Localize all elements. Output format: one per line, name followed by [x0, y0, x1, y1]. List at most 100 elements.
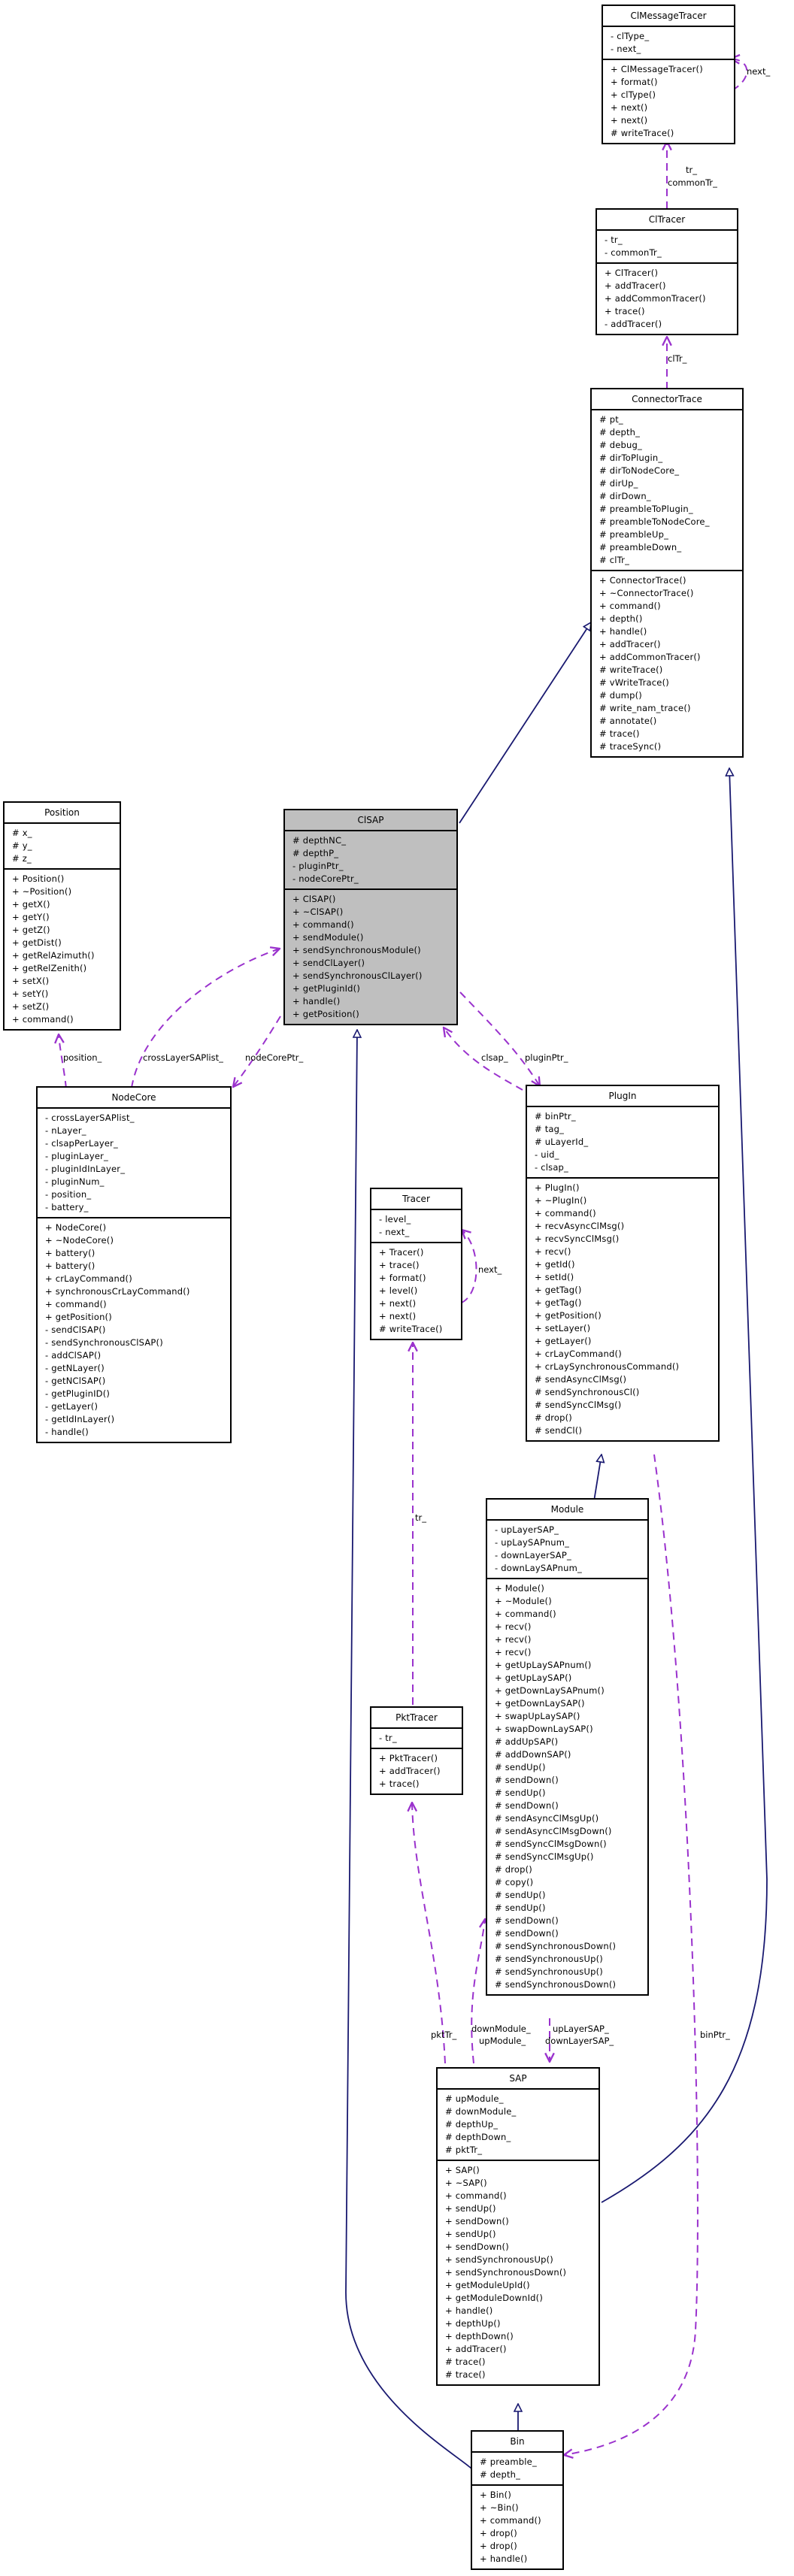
class-name: Module [487, 1500, 647, 1521]
class-method: + setZ() [12, 1001, 50, 1012]
methods: + Module() + ~Module() + command() + recv()… [487, 1579, 647, 1994]
class-connectortrace[interactable]: ConnectorTrace # pt_ # depth_ # debug_ # di… [590, 388, 744, 758]
class-method: - addTracer() [605, 319, 662, 329]
class-method: # writeTrace() [599, 664, 663, 675]
class-method: + getTag() [535, 1285, 582, 1295]
class-method: + ~ClSAP() [292, 907, 344, 917]
class-method: # copy() [495, 1877, 534, 1887]
class-method: + ~ConnectorTrace() [599, 588, 694, 598]
class-method: # drop() [495, 1864, 532, 1875]
class-method: + command() [495, 1609, 556, 1619]
class-method: + handle() [445, 2305, 493, 2316]
class-method: + setY() [12, 988, 49, 999]
edge-clsap-to-nodecore [233, 1016, 281, 1087]
methods: + ClMessageTracer() + format() + clType() +… [603, 60, 734, 143]
class-plugin[interactable]: PlugIn # binPtr_ # tag_ # uLayerId_ - uid_ -… [526, 1085, 720, 1442]
class-attribute: # preambleDown_ [599, 542, 682, 552]
class-module[interactable]: Module - upLayerSAP_ - upLaySAPnum_ - down… [486, 1498, 649, 1996]
class-attribute: - pluginPtr_ [292, 861, 344, 871]
class-attribute: # depthDown_ [445, 2132, 511, 2142]
class-method: # trace() [445, 2369, 486, 2380]
class-method: + handle() [292, 996, 341, 1006]
attributes: - crossLayerSAPlist_ - nLayer_ - clsapPerL… [38, 1109, 230, 1218]
methods: + ConnectorTrace() + ~ConnectorTrace() + c… [592, 571, 742, 756]
class-method: + crLayCommand() [535, 1349, 622, 1359]
class-method: - getIdInLayer() [45, 1414, 115, 1424]
class-method: # sendUp() [495, 1890, 546, 1900]
class-tracer[interactable]: Tracer - level_ - next_ + Tracer() + trace… [370, 1188, 462, 1340]
class-position[interactable]: Position # x_ # y_ # z_ + Position() + ~Pos… [3, 801, 121, 1031]
class-method: + recv() [495, 1621, 532, 1632]
class-method: + getDist() [12, 937, 62, 948]
class-attribute: # preambleToPlugin_ [599, 504, 693, 514]
class-method: + getModuleUpId() [445, 2280, 530, 2290]
edge-clsap-to-plugin [459, 991, 540, 1086]
class-method: + synchronousCrLayCommand() [45, 1286, 190, 1297]
class-method: + sendSynchronousUp() [445, 2254, 553, 2265]
class-attribute: # y_ [12, 840, 32, 851]
class-method: # sendUp() [495, 1787, 546, 1798]
class-method: + crLayCommand() [45, 1273, 132, 1284]
methods: + PktTracer() + addTracer() + trace() [371, 1749, 462, 1794]
class-method: + command() [292, 919, 354, 930]
class-pkttracer[interactable]: PktTracer - tr_ + PktTracer() + addTracer… [370, 1706, 463, 1795]
class-method: + ClMessageTracer() [611, 64, 703, 74]
class-method: # dump() [599, 690, 642, 701]
class-attribute: - position_ [45, 1189, 92, 1200]
class-method: + drop() [480, 2541, 517, 2551]
class-method: + trace() [379, 1778, 420, 1789]
class-method: # sendSynchronousUp() [495, 1954, 603, 1964]
class-method: + recv() [535, 1246, 571, 1257]
methods: + Position() + ~Position() + getX() + getY(… [5, 870, 120, 1029]
class-nodecore[interactable]: NodeCore - crossLayerSAPlist_ - nLayer_ - … [36, 1086, 232, 1443]
class-attribute: - clsap_ [535, 1162, 569, 1173]
class-cltracer[interactable]: ClTracer - tr_ - commonTr_ + ClTracer() + … [596, 208, 738, 335]
label-nodecore-position: position_ [63, 1052, 102, 1063]
class-method: + addCommonTracer() [599, 652, 701, 662]
class-method: + addTracer() [379, 1766, 441, 1776]
class-method: - getLayer() [45, 1401, 98, 1412]
edge-tracer-next-self [462, 1230, 477, 1303]
class-clmessagetracer[interactable]: ClMessageTracer - clType_ - next_ + ClMes… [602, 5, 735, 144]
class-method: + SAP() [445, 2165, 480, 2175]
label-module-downlayersap: downLayerSAP_ [545, 2036, 614, 2046]
class-method: # trace() [599, 728, 640, 739]
class-attribute: # binPtr_ [535, 1111, 576, 1122]
class-method: + getZ() [12, 925, 50, 935]
class-method: - addClSAP() [45, 1350, 102, 1361]
methods: + ClTracer() + addTracer() + addCommonTrac… [597, 264, 737, 334]
class-method: # annotate() [599, 716, 657, 726]
class-method: + getTag() [535, 1297, 582, 1308]
class-method: # sendSyncClMsgUp() [495, 1851, 594, 1862]
class-attribute: # dirDown_ [599, 491, 651, 501]
class-bin[interactable]: Bin # preamble_ # depth_ + Bin() + ~Bin() +… [471, 2430, 564, 2570]
class-attribute: - pluginIdInLayer_ [45, 1164, 126, 1174]
class-name: PktTracer [371, 1708, 462, 1729]
class-method: # sendDown() [495, 1928, 559, 1939]
class-method: # sendSynchronousUp() [495, 1966, 603, 1977]
class-method: - getNClSAP() [45, 1376, 106, 1386]
class-method: + PktTracer() [379, 1753, 438, 1763]
class-attribute: # preamble_ [480, 2456, 537, 2467]
class-name: NodeCore [38, 1088, 230, 1109]
class-method: + Module() [495, 1583, 545, 1594]
class-method: # drop() [535, 1412, 572, 1423]
attributes: - level_ - next_ [371, 1210, 461, 1243]
label-cltracer-tr: tr_ [686, 165, 697, 175]
class-attribute: - crossLayerSAPlist_ [45, 1112, 135, 1123]
class-attribute: # dirToNodeCore_ [599, 465, 680, 476]
class-method: # sendSynchronousDown() [495, 1941, 617, 1951]
class-method: + sendSynchronousModule() [292, 945, 421, 955]
label-sap-upmodule: upModule_ [479, 2036, 526, 2046]
label-pkttracer-tr: tr_ [415, 1512, 426, 1523]
class-method: + recvSyncClMsg() [535, 1234, 620, 1244]
class-method: + sendDown() [445, 2216, 509, 2226]
class-method: + getUpLaySAP() [495, 1672, 572, 1683]
class-name: PlugIn [527, 1086, 718, 1107]
class-clsap[interactable]: ClSAP # depthNC_ # depthP_ - pluginPtr_ - n… [283, 809, 458, 1025]
class-method: # sendSynchronousDown() [495, 1979, 617, 1990]
label-nodecore-crosslayersaplist: crossLayerSAPlist_ [143, 1052, 223, 1063]
methods: + ClSAP() + ~ClSAP() + command() + sendModu… [285, 890, 456, 1024]
class-sap[interactable]: SAP # upModule_ # downModule_ # depthUp_ # … [436, 2067, 600, 2386]
class-name: ClSAP [285, 810, 456, 831]
